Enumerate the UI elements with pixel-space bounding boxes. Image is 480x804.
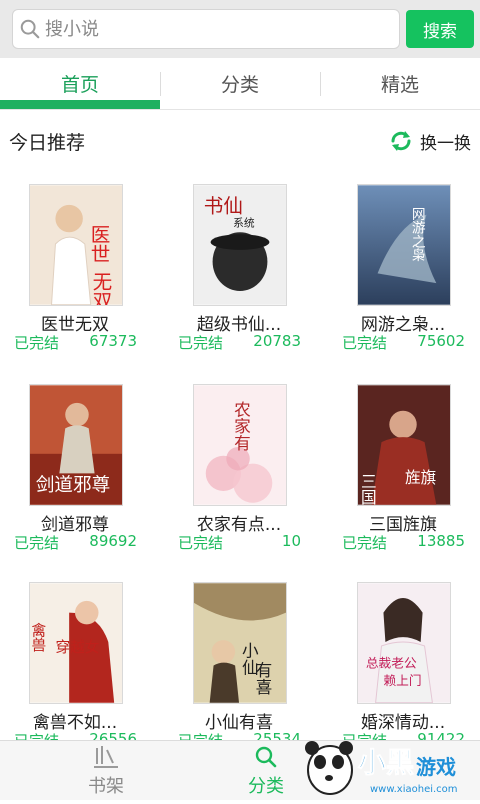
svg-text:医世: 医世 <box>87 224 110 263</box>
svg-text:小黑: 小黑 <box>358 746 414 779</box>
book-cover: 农家有 <box>193 384 287 506</box>
book-cover: 书仙 系统 <box>193 184 287 306</box>
svg-text:系统: 系统 <box>233 216 255 229</box>
svg-text:禽兽: 禽兽 <box>30 622 46 652</box>
refresh-button[interactable]: 换一换 <box>388 128 471 154</box>
tab-category[interactable]: 分类 <box>160 58 320 109</box>
search-box[interactable] <box>12 9 400 49</box>
book-count: 75602 <box>417 332 465 350</box>
book-card[interactable]: 医世 无双 医世无双 已完结 67373 <box>0 184 150 364</box>
book-status: 已完结 <box>178 534 224 552</box>
book-status: 已完结 <box>14 534 60 552</box>
book-cover: 小仙 有喜 <box>193 582 287 704</box>
watermark-logo: 小黑 游戏 www.xiaohei.com <box>298 728 480 800</box>
book-cover: 网游之枭 <box>357 184 451 306</box>
book-cover: 医世 无双 <box>29 184 123 306</box>
book-card[interactable]: 禽兽穿越女 禽兽不如... 已完结 26556 <box>0 582 150 762</box>
book-count: 10 <box>281 532 301 550</box>
svg-text:无双: 无双 <box>89 271 112 305</box>
active-tab-indicator <box>0 100 160 109</box>
svg-text:有喜: 有喜 <box>253 661 272 695</box>
nav-bookshelf-label: 书架 <box>88 776 124 797</box>
top-search-bar: 搜索 <box>0 0 480 58</box>
nav-bookshelf[interactable]: 书架 <box>26 741 186 801</box>
svg-text:剑道邪尊: 剑道邪尊 <box>36 475 110 496</box>
book-card[interactable]: 剑道邪尊 剑道邪尊 已完结 89692 <box>0 384 150 564</box>
svg-text:书仙: 书仙 <box>204 195 243 218</box>
section-title: 今日推荐 <box>9 132 86 154</box>
bookshelf-icon <box>94 746 118 768</box>
book-status: 已完结 <box>178 334 224 352</box>
search-input[interactable] <box>45 18 385 40</box>
book-count: 20783 <box>253 332 301 350</box>
svg-text:网游之枭: 网游之枭 <box>409 207 426 262</box>
svg-text:赖上门: 赖上门 <box>383 673 421 688</box>
book-status: 已完结 <box>342 534 388 552</box>
svg-text:游戏: 游戏 <box>416 755 456 779</box>
svg-text:旌旗: 旌旗 <box>405 468 436 487</box>
svg-text:三国: 三国 <box>358 473 377 504</box>
search-icon <box>255 746 277 768</box>
book-count: 67373 <box>89 332 137 350</box>
book-status: 已完结 <box>14 334 60 352</box>
book-card[interactable]: 农家有 农家有点... 已完结 10 <box>164 384 314 564</box>
search-icon <box>20 19 40 39</box>
refresh-label: 换一换 <box>420 133 471 154</box>
svg-text:农家有: 农家有 <box>231 401 250 452</box>
book-card[interactable]: 网游之枭 网游之枭... 已完结 75602 <box>328 184 478 364</box>
nav-category-label: 分类 <box>248 776 284 797</box>
book-cover: 总裁老公赖上门 <box>357 582 451 704</box>
book-count: 89692 <box>89 532 137 550</box>
book-count: 13885 <box>417 532 465 550</box>
recommend-header: 今日推荐 换一换 <box>0 118 480 164</box>
book-card[interactable]: 书仙 系统 超级书仙... 已完结 20783 <box>164 184 314 364</box>
book-cover: 剑道邪尊 <box>29 384 123 506</box>
book-cover: 三国 旌旗 <box>357 384 451 506</box>
tab-featured[interactable]: 精选 <box>320 58 480 109</box>
svg-text:总裁老公: 总裁老公 <box>366 655 417 670</box>
book-status: 已完结 <box>342 334 388 352</box>
refresh-icon <box>391 131 411 151</box>
search-button[interactable]: 搜索 <box>406 10 474 48</box>
book-card[interactable]: 三国 旌旗 三国 旌旗 已完结 13885 <box>328 384 478 564</box>
svg-text:穿越女: 穿越女 <box>55 638 99 656</box>
book-card[interactable]: 小仙有喜 小仙有喜 已完结 25534 <box>164 582 314 762</box>
svg-text:www.xiaohei.com: www.xiaohei.com <box>370 784 458 795</box>
book-cover: 禽兽 穿越女 <box>29 582 123 704</box>
